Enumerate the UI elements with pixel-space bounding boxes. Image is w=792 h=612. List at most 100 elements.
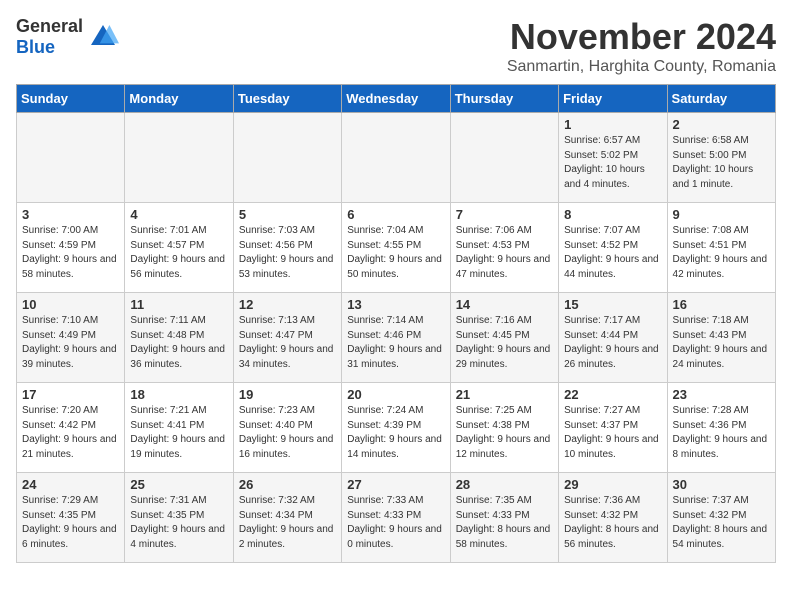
day-info: Sunrise: 7:27 AM Sunset: 4:37 PM Dayligh… (564, 404, 661, 462)
day-info: Sunrise: 7:01 AM Sunset: 4:57 PM Dayligh… (130, 224, 227, 282)
day-number: 28 (456, 477, 553, 492)
week-row-3: 10 Sunrise: 7:10 AM Sunset: 4:49 PM Dayli… (17, 293, 776, 383)
day-number: 24 (22, 477, 119, 492)
day-info: Sunrise: 7:33 AM Sunset: 4:33 PM Dayligh… (347, 494, 444, 552)
day-number: 11 (130, 297, 227, 312)
calendar-cell: 28 Sunrise: 7:35 AM Sunset: 4:33 PM Dayli… (450, 473, 558, 563)
calendar-table: SundayMondayTuesdayWednesdayThursdayFrid… (16, 84, 776, 563)
calendar-cell: 9 Sunrise: 7:08 AM Sunset: 4:51 PM Daylig… (667, 203, 775, 293)
calendar-cell: 2 Sunrise: 6:58 AM Sunset: 5:00 PM Daylig… (667, 113, 775, 203)
calendar-cell (342, 113, 450, 203)
day-number: 21 (456, 387, 553, 402)
title-area: November 2024 Sanmartin, Harghita County… (507, 16, 776, 76)
day-number: 22 (564, 387, 661, 402)
day-number: 9 (673, 207, 770, 222)
weekday-header-wednesday: Wednesday (342, 85, 450, 113)
day-info: Sunrise: 7:25 AM Sunset: 4:38 PM Dayligh… (456, 404, 553, 462)
calendar-cell: 22 Sunrise: 7:27 AM Sunset: 4:37 PM Dayli… (559, 383, 667, 473)
calendar-cell: 16Sunrise: 7:18 AM Sunset: 4:43 PM Dayli… (667, 293, 775, 383)
weekday-header-saturday: Saturday (667, 85, 775, 113)
day-info: Sunrise: 7:17 AM Sunset: 4:44 PM Dayligh… (564, 314, 661, 372)
day-info: Sunrise: 7:03 AM Sunset: 4:56 PM Dayligh… (239, 224, 336, 282)
day-number: 23 (673, 387, 770, 402)
day-info: Sunrise: 7:13 AM Sunset: 4:47 PM Dayligh… (239, 314, 336, 372)
day-info: Sunrise: 7:14 AM Sunset: 4:46 PM Dayligh… (347, 314, 444, 372)
calendar-cell: 25Sunrise: 7:31 AM Sunset: 4:35 PM Dayli… (125, 473, 233, 563)
calendar-cell: 1Sunrise: 6:57 AM Sunset: 5:02 PM Daylig… (559, 113, 667, 203)
logo: General Blue (16, 16, 119, 58)
day-number: 18 (130, 387, 227, 402)
day-info: Sunrise: 7:32 AM Sunset: 4:34 PM Dayligh… (239, 494, 336, 552)
location-title: Sanmartin, Harghita County, Romania (507, 58, 776, 76)
day-info: Sunrise: 7:07 AM Sunset: 4:52 PM Dayligh… (564, 224, 661, 282)
day-number: 8 (564, 207, 661, 222)
day-info: Sunrise: 7:08 AM Sunset: 4:51 PM Dayligh… (673, 224, 770, 282)
day-info: Sunrise: 6:58 AM Sunset: 5:00 PM Dayligh… (673, 134, 770, 192)
calendar-cell (450, 113, 558, 203)
day-info: Sunrise: 7:10 AM Sunset: 4:49 PM Dayligh… (22, 314, 119, 372)
calendar-cell (17, 113, 125, 203)
day-info: Sunrise: 7:20 AM Sunset: 4:42 PM Dayligh… (22, 404, 119, 462)
calendar-cell: 29Sunrise: 7:36 AM Sunset: 4:32 PM Dayli… (559, 473, 667, 563)
calendar-cell: 24 Sunrise: 7:29 AM Sunset: 4:35 PM Dayli… (17, 473, 125, 563)
day-number: 6 (347, 207, 444, 222)
week-row-2: 3 Sunrise: 7:00 AM Sunset: 4:59 PM Daylig… (17, 203, 776, 293)
calendar-cell: 14 Sunrise: 7:16 AM Sunset: 4:45 PM Dayli… (450, 293, 558, 383)
logo-text: General Blue (16, 16, 83, 58)
calendar-cell: 15 Sunrise: 7:17 AM Sunset: 4:44 PM Dayli… (559, 293, 667, 383)
day-info: Sunrise: 7:06 AM Sunset: 4:53 PM Dayligh… (456, 224, 553, 282)
calendar-cell: 13 Sunrise: 7:14 AM Sunset: 4:46 PM Dayli… (342, 293, 450, 383)
day-number: 3 (22, 207, 119, 222)
day-info: Sunrise: 7:11 AM Sunset: 4:48 PM Dayligh… (130, 314, 227, 372)
calendar-cell: 20Sunrise: 7:24 AM Sunset: 4:39 PM Dayli… (342, 383, 450, 473)
calendar-cell: 4 Sunrise: 7:01 AM Sunset: 4:57 PM Daylig… (125, 203, 233, 293)
calendar-cell: 21 Sunrise: 7:25 AM Sunset: 4:38 PM Dayli… (450, 383, 558, 473)
day-number: 16 (673, 297, 770, 312)
day-number: 27 (347, 477, 444, 492)
day-number: 1 (564, 117, 661, 132)
calendar-cell: 8 Sunrise: 7:07 AM Sunset: 4:52 PM Daylig… (559, 203, 667, 293)
calendar-cell: 3 Sunrise: 7:00 AM Sunset: 4:59 PM Daylig… (17, 203, 125, 293)
day-info: Sunrise: 7:35 AM Sunset: 4:33 PM Dayligh… (456, 494, 553, 552)
calendar-cell: 30Sunrise: 7:37 AM Sunset: 4:32 PM Dayli… (667, 473, 775, 563)
day-info: Sunrise: 7:16 AM Sunset: 4:45 PM Dayligh… (456, 314, 553, 372)
day-info: Sunrise: 7:36 AM Sunset: 4:32 PM Dayligh… (564, 494, 661, 552)
day-number: 7 (456, 207, 553, 222)
calendar-cell: 26Sunrise: 7:32 AM Sunset: 4:34 PM Dayli… (233, 473, 341, 563)
day-info: Sunrise: 7:00 AM Sunset: 4:59 PM Dayligh… (22, 224, 119, 282)
day-info: Sunrise: 7:28 AM Sunset: 4:36 PM Dayligh… (673, 404, 770, 462)
logo-icon (87, 21, 119, 53)
calendar-cell (125, 113, 233, 203)
day-info: Sunrise: 7:37 AM Sunset: 4:32 PM Dayligh… (673, 494, 770, 552)
weekday-header-friday: Friday (559, 85, 667, 113)
day-info: Sunrise: 7:29 AM Sunset: 4:35 PM Dayligh… (22, 494, 119, 552)
week-row-5: 24 Sunrise: 7:29 AM Sunset: 4:35 PM Dayli… (17, 473, 776, 563)
weekday-header-row: SundayMondayTuesdayWednesdayThursdayFrid… (17, 85, 776, 113)
day-number: 13 (347, 297, 444, 312)
calendar-cell: 5 Sunrise: 7:03 AM Sunset: 4:56 PM Daylig… (233, 203, 341, 293)
day-number: 10 (22, 297, 119, 312)
calendar-cell: 23 Sunrise: 7:28 AM Sunset: 4:36 PM Dayli… (667, 383, 775, 473)
day-number: 15 (564, 297, 661, 312)
day-number: 14 (456, 297, 553, 312)
logo-blue: Blue (16, 37, 55, 57)
calendar-cell: 17Sunrise: 7:20 AM Sunset: 4:42 PM Dayli… (17, 383, 125, 473)
calendar-cell: 7 Sunrise: 7:06 AM Sunset: 4:53 PM Daylig… (450, 203, 558, 293)
day-number: 19 (239, 387, 336, 402)
day-info: Sunrise: 7:31 AM Sunset: 4:35 PM Dayligh… (130, 494, 227, 552)
calendar-cell: 10 Sunrise: 7:10 AM Sunset: 4:49 PM Dayli… (17, 293, 125, 383)
week-row-1: 1Sunrise: 6:57 AM Sunset: 5:02 PM Daylig… (17, 113, 776, 203)
month-title: November 2024 (507, 16, 776, 58)
logo-general: General (16, 16, 83, 36)
day-info: Sunrise: 7:23 AM Sunset: 4:40 PM Dayligh… (239, 404, 336, 462)
calendar-cell (233, 113, 341, 203)
day-info: Sunrise: 7:21 AM Sunset: 4:41 PM Dayligh… (130, 404, 227, 462)
day-number: 2 (673, 117, 770, 132)
weekday-header-thursday: Thursday (450, 85, 558, 113)
day-number: 4 (130, 207, 227, 222)
calendar-cell: 11 Sunrise: 7:11 AM Sunset: 4:48 PM Dayli… (125, 293, 233, 383)
calendar-cell: 18 Sunrise: 7:21 AM Sunset: 4:41 PM Dayli… (125, 383, 233, 473)
calendar-cell: 12Sunrise: 7:13 AM Sunset: 4:47 PM Dayli… (233, 293, 341, 383)
day-number: 5 (239, 207, 336, 222)
calendar-cell: 19 Sunrise: 7:23 AM Sunset: 4:40 PM Dayli… (233, 383, 341, 473)
